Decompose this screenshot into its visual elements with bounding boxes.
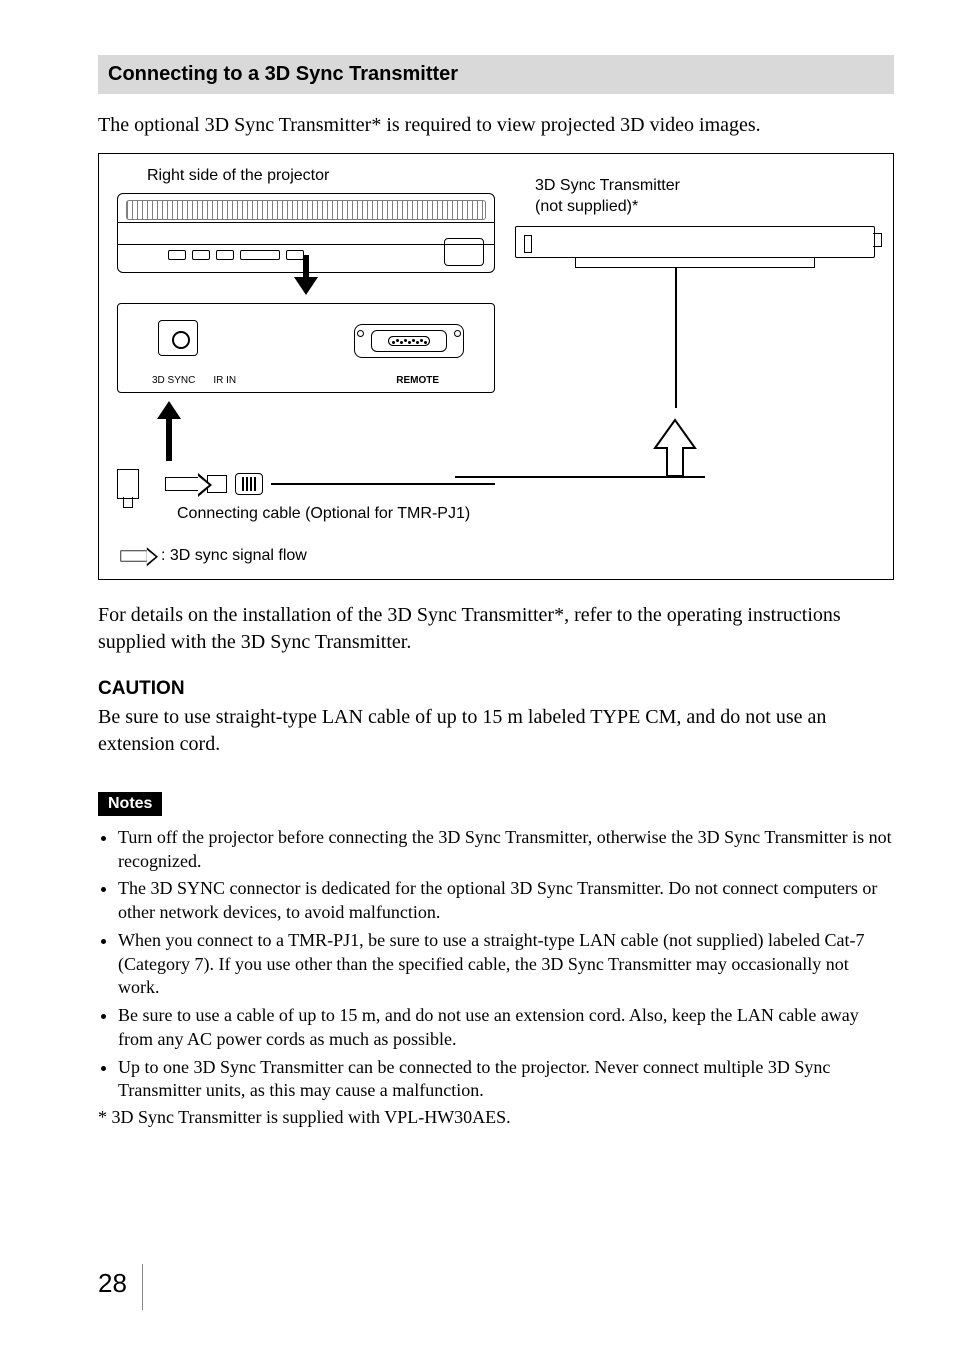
transmitter-illustration: [515, 226, 875, 258]
page-number: 28: [98, 1268, 894, 1299]
note-item: The 3D SYNC connector is dedicated for t…: [118, 877, 894, 925]
transmitter-label-line1: 3D Sync Transmitter: [535, 177, 680, 194]
port-panel-illustration: 3D SYNC IR IN REMOTE: [117, 303, 495, 393]
connection-diagram: Right side of the projector 3D SYNC IR I…: [98, 153, 894, 580]
large-up-arrow-icon: [645, 418, 705, 478]
intro-text: The optional 3D Sync Transmitter* is req…: [98, 112, 894, 139]
transmitter-base: [575, 258, 815, 268]
port-label-irin: IR IN: [213, 375, 236, 386]
note-item: When you connect to a TMR-PJ1, be sure t…: [118, 929, 894, 1000]
arrow-up-icon: [157, 401, 181, 419]
transmitter-cable-vertical: [675, 268, 677, 408]
transmitter-label-line2: (not supplied)*: [535, 198, 638, 215]
projector-side-label: Right side of the projector: [147, 166, 495, 187]
legend-text: : 3D sync signal flow: [161, 547, 307, 565]
port-label-3dsync: 3D SYNC: [152, 375, 195, 386]
notes-badge: Notes: [98, 792, 162, 816]
section-heading: Connecting to a 3D Sync Transmitter: [98, 55, 894, 94]
legend-arrow-icon: [120, 550, 147, 561]
post-diagram-text: For details on the installation of the 3…: [98, 602, 894, 656]
arrow-down-icon: [294, 277, 318, 295]
caution-heading: CAUTION: [98, 678, 894, 700]
cable-caption: Connecting cable (Optional for TMR-PJ1): [177, 505, 495, 523]
note-item: Up to one 3D Sync Transmitter can be con…: [118, 1056, 894, 1104]
notes-list: Turn off the projector before connecting…: [98, 826, 894, 1103]
signal-flow-arrow-icon: [165, 477, 199, 491]
note-item: Be sure to use a cable of up to 15 m, an…: [118, 1004, 894, 1052]
ferrite-core-icon: [235, 473, 263, 495]
footnote: * 3D Sync Transmitter is supplied with V…: [98, 1107, 894, 1128]
lan-plug-icon: [117, 469, 139, 499]
cable-illustration: [117, 469, 495, 499]
note-item: Turn off the projector before connecting…: [118, 826, 894, 874]
port-label-remote: REMOTE: [396, 375, 439, 386]
caution-body: Be sure to use straight-type LAN cable o…: [98, 704, 894, 758]
dsub-port-icon: [354, 324, 464, 358]
rj45-port-icon: [158, 320, 198, 356]
